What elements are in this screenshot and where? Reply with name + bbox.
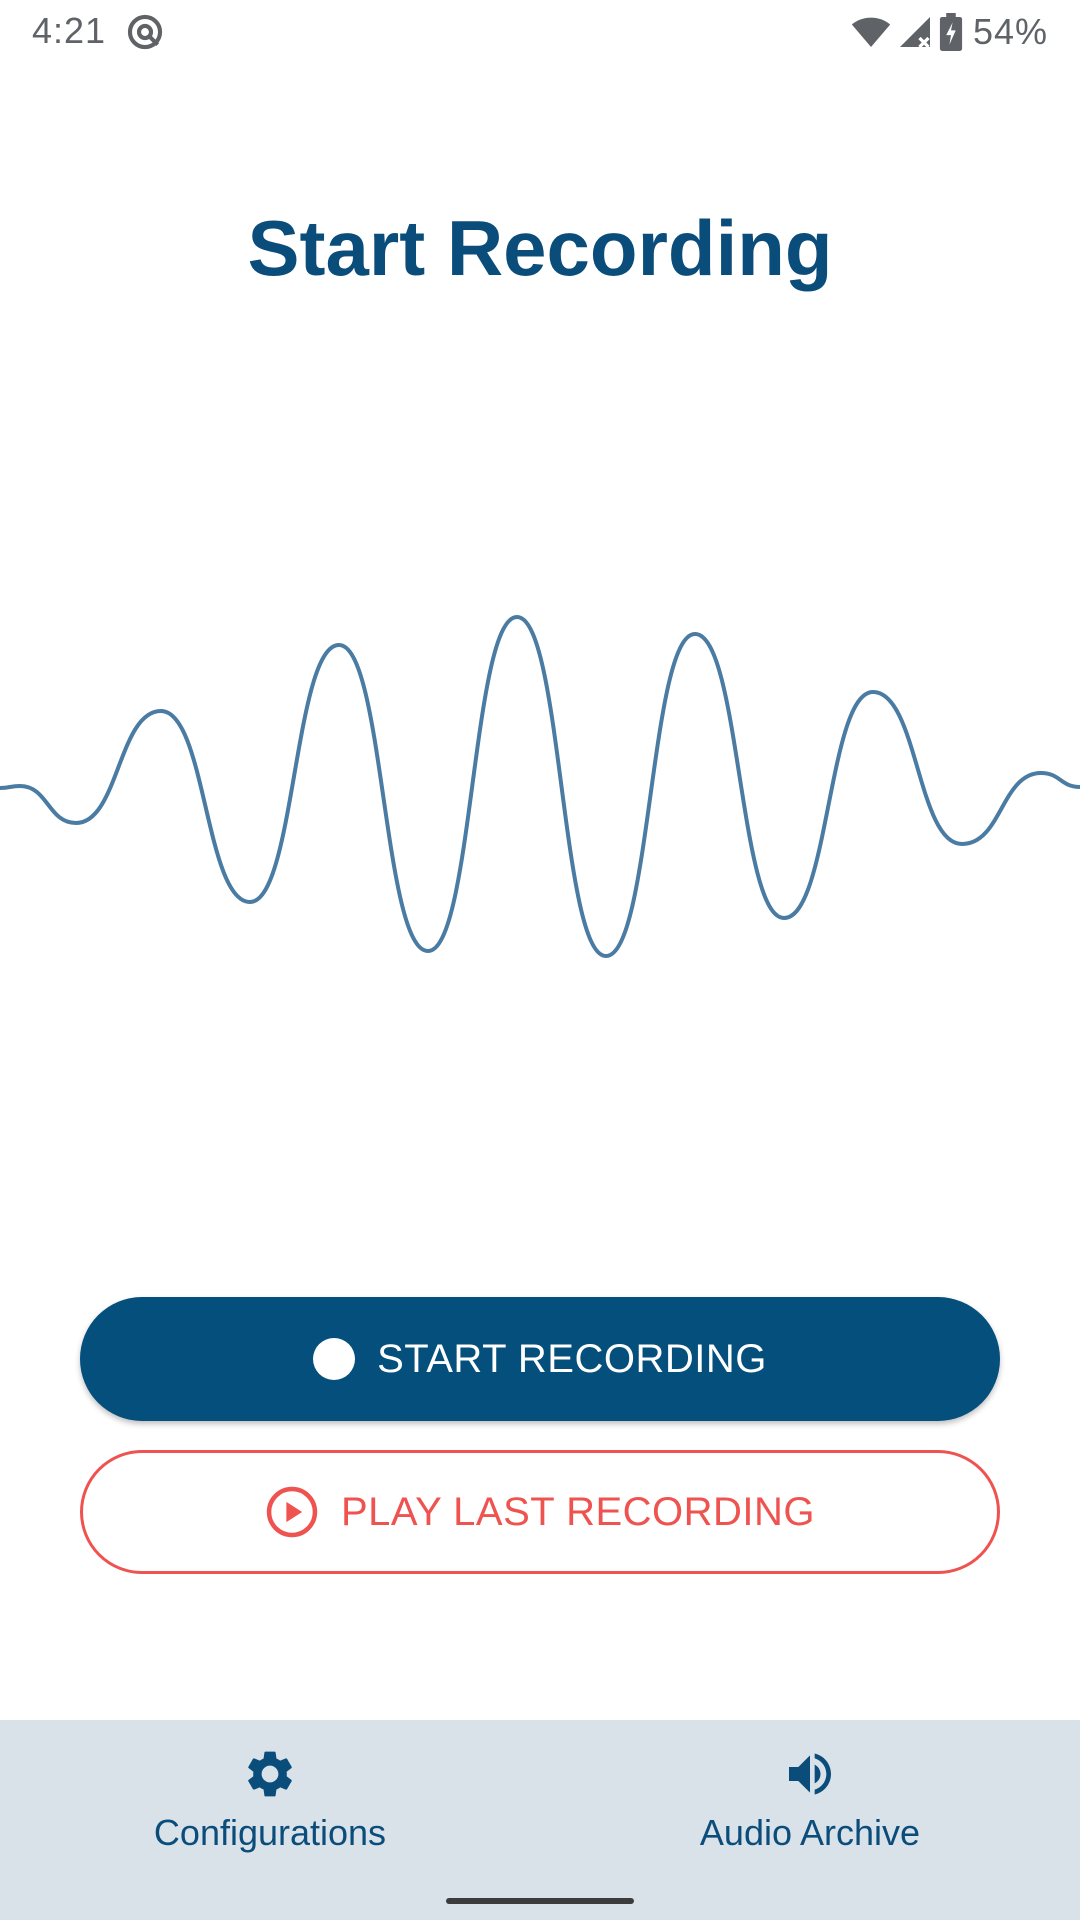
nav-item-audio-archive[interactable]: Audio Archive (540, 1720, 1080, 1870)
battery-charging-icon (939, 13, 963, 51)
bottom-navigation: Configurations Audio Archive (0, 1720, 1080, 1920)
start-recording-button[interactable]: START RECORDING (80, 1297, 1000, 1421)
home-indicator (446, 1898, 634, 1904)
status-time: 4:21 (32, 10, 107, 51)
wifi-icon (851, 17, 891, 47)
at-sign-icon (127, 14, 163, 50)
play-circle-icon (266, 1486, 318, 1538)
record-dot-icon (313, 1338, 356, 1380)
nav-item-configurations[interactable]: Configurations (0, 1720, 540, 1870)
nav-label-configurations: Configurations (153, 1812, 387, 1853)
play-last-recording-label: PLAY LAST RECORDING (340, 1489, 816, 1534)
page-title: Start Recording (247, 204, 833, 292)
battery-percent: 54% (972, 11, 1048, 52)
waveform-line (0, 615, 1080, 958)
signal-icon (899, 17, 930, 49)
waveform-graphic (0, 615, 1080, 958)
nav-label-audio-archive: Audio Archive (699, 1812, 921, 1853)
status-indicators: 54% (851, 10, 1048, 54)
speaker-icon (789, 1753, 831, 1795)
status-bar: 4:21 54% (0, 0, 1080, 64)
start-recording-label: START RECORDING (377, 1336, 767, 1381)
gear-icon (248, 1751, 292, 1797)
play-last-recording-button[interactable]: PLAY LAST RECORDING (80, 1450, 1000, 1574)
